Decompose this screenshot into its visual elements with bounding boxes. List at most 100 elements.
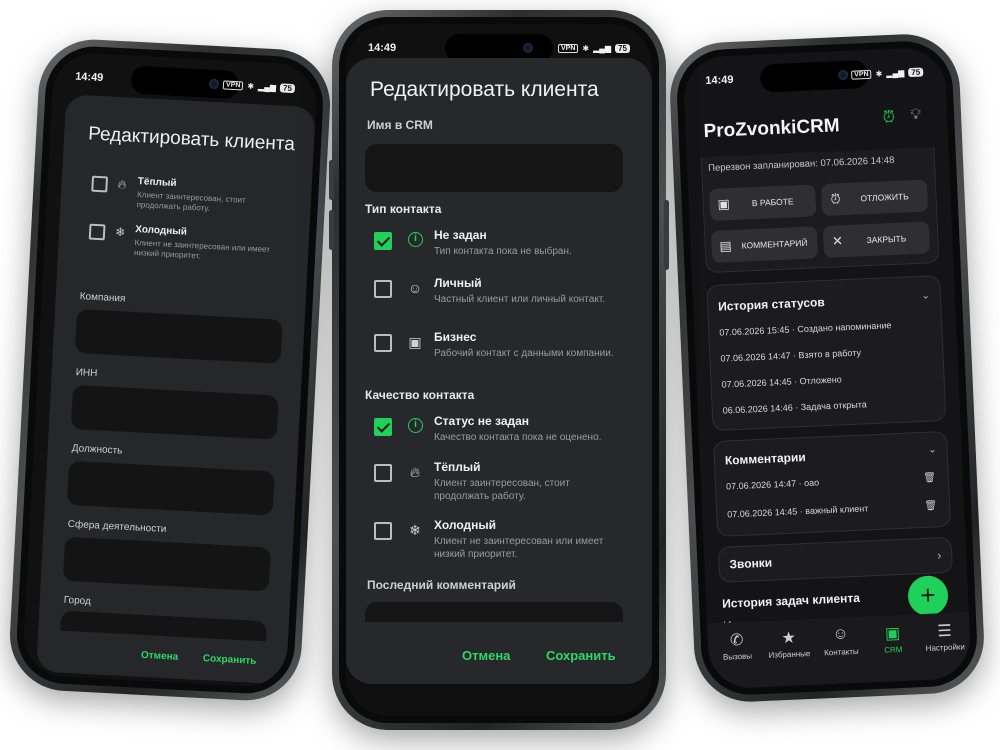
option-desc: Частный клиент или личный контакт. [434, 294, 606, 305]
company-input[interactable] [74, 309, 283, 364]
comments-card: Комментарии ⌄ 07.06.2026 14:47 · оао 🗑︎ … [713, 430, 952, 537]
industry-label: Сфера деятельности [67, 518, 167, 536]
bluetooth-icon: ✱ [582, 43, 590, 53]
phone-right: 14:49 VPN ✱ ▂▄▆ 75 ProZvonkiCRM ⏰︎ 💡︎ Пе… [667, 31, 987, 705]
status-time: 14:49 [368, 42, 397, 54]
nav-label: Настройки [925, 642, 966, 653]
signal-icon: ▂▄▆ [593, 43, 612, 53]
nav-label: Контакты [823, 646, 859, 658]
option-warm[interactable]: 🔥︎ Тёплый Клиент заинтересован, стоит пр… [90, 174, 292, 224]
status-time: 14:49 [705, 73, 734, 88]
save-button[interactable]: Сохранить [203, 653, 257, 667]
snowflake-icon: ❄ [114, 224, 126, 240]
inn-input[interactable] [70, 384, 279, 440]
contact-type-label: Тип контакта [365, 202, 442, 216]
showcase-stage: 14:49 VPN ✱ ▂▄▆ 75 Редактировать клиента… [0, 0, 1000, 750]
inn-label: ИНН [75, 367, 98, 380]
comment-icon: ▤ [719, 238, 733, 254]
in-work-label: В РАБОТЕ [751, 196, 794, 209]
nav-contacts[interactable]: ☺ Контакты [813, 624, 868, 657]
nav-settings[interactable]: ☰ Настройки [917, 620, 971, 653]
edit-client-dialog: Редактировать клиента Имя в CRM Тип конт… [346, 58, 652, 684]
nav-label: Избранные [768, 649, 811, 660]
battery-icon: 75 [615, 43, 630, 53]
app-title: ProZvonkiCRM [703, 115, 841, 143]
chevron-down-icon[interactable]: ⌄ [921, 290, 930, 301]
city-label: Город [63, 594, 92, 608]
type-business-checkbox[interactable] [374, 334, 392, 352]
quality-unset-checkbox[interactable] [374, 418, 392, 436]
postpone-label: ОТЛОЖИТЬ [860, 191, 909, 204]
history-row: 07.06.2026 14:45 · Отложено [721, 374, 842, 390]
option-type-unset[interactable]: i Не задан Тип контакта пока не выбран. [370, 228, 650, 276]
position-label: Должность [71, 442, 123, 457]
trash-icon[interactable]: 🗑︎ [924, 500, 937, 512]
snowflake-icon: ❄ [409, 522, 421, 538]
sliders-icon: ☰ [937, 622, 953, 641]
option-desc: Клиент не заинтересован или имеет низкий… [133, 237, 271, 261]
lightbulb-icon[interactable]: 💡︎ [910, 106, 921, 123]
bluetooth-icon: ✱ [247, 81, 255, 91]
industry-input[interactable] [62, 536, 271, 592]
chevron-down-icon[interactable]: ⌄ [928, 444, 937, 455]
add-button[interactable]: + [907, 574, 949, 617]
quality-warm-checkbox[interactable] [374, 464, 392, 482]
calls-card[interactable]: Звонки › [717, 536, 954, 583]
cancel-button[interactable]: Отмена [462, 648, 510, 663]
close-task-button[interactable]: ✕ ЗАКРЫТЬ [822, 221, 931, 259]
warm-checkbox[interactable] [91, 175, 109, 193]
alarm-icon[interactable]: ⏰︎ [882, 109, 895, 128]
option-title: Личный [434, 276, 482, 290]
battery-icon: 75 [908, 67, 924, 77]
comments-title: Комментарии [724, 450, 806, 468]
comment-label: КОММЕНТАРИЙ [741, 237, 808, 251]
quality-label: Качество контакта [365, 388, 475, 402]
chevron-right-icon: › [936, 548, 942, 563]
option-title: Холодный [135, 223, 188, 238]
nav-favorites[interactable]: ★ Избранные [761, 627, 816, 660]
dialog-title: Редактировать клиента [370, 78, 599, 101]
info-icon: i [408, 232, 423, 247]
history-row: 07.06.2026 14:47 · Взято в работу [720, 347, 862, 364]
cancel-button[interactable]: Отмена [141, 650, 179, 663]
city-input[interactable] [60, 610, 267, 642]
close-label: ЗАКРЫТЬ [866, 233, 907, 246]
quality-cold-checkbox[interactable] [374, 522, 392, 540]
option-cold[interactable]: ❄ Холодный Клиент не заинтересован или и… [88, 222, 290, 272]
option-type-personal[interactable]: ☺ Личный Частный клиент или личный конта… [370, 276, 650, 324]
option-quality-warm[interactable]: 🔥︎ Тёплый Клиент заинтересован, стоит пр… [370, 460, 650, 508]
comment-button[interactable]: ▤ КОММЕНТАРИЙ [710, 226, 819, 263]
option-title: Тёплый [137, 176, 177, 190]
comment-row: 07.06.2026 14:47 · оао [725, 477, 820, 492]
edit-client-dialog-left: Редактировать клиента 🔥︎ Тёплый Клиент з… [36, 94, 316, 685]
alarm-icon: ⏰︎ [830, 191, 842, 207]
option-desc: Рабочий контакт с данными компании. [434, 348, 614, 359]
trash-icon[interactable]: 🗑︎ [923, 472, 936, 484]
cold-checkbox[interactable] [88, 223, 106, 241]
in-work-button[interactable]: ▣ В РАБОТЕ [709, 184, 817, 221]
type-personal-checkbox[interactable] [374, 280, 392, 298]
option-quality-cold[interactable]: ❄ Холодный Клиент не заинтересован или и… [370, 518, 650, 566]
scheduled-text: Перезвон запланирован: 07.06.2026 14:48 [707, 154, 895, 174]
nav-crm[interactable]: ▣ CRM [865, 622, 920, 655]
phone-left: 14:49 VPN ✱ ▂▄▆ 75 Редактировать клиента… [7, 36, 333, 704]
option-desc: Качество контакта пока не оценено. [434, 432, 602, 443]
option-type-business[interactable]: ▣ Бизнес Рабочий контакт с данными компа… [370, 330, 650, 378]
status-history-card: История статусов ⌄ 07.06.2026 15:45 · Со… [706, 274, 947, 432]
type-unset-checkbox[interactable] [374, 232, 392, 250]
signal-icon: ▂▄▆ [257, 81, 277, 92]
crm-name-input[interactable] [365, 144, 623, 192]
postpone-button[interactable]: ⏰︎ ОТЛОЖИТЬ [820, 179, 929, 217]
nav-label: Вызовы [722, 651, 753, 662]
last-comment-input[interactable] [365, 602, 623, 622]
position-input[interactable] [66, 460, 275, 516]
star-icon: ★ [781, 629, 797, 648]
status-time: 14:49 [74, 70, 104, 85]
option-quality-unset[interactable]: i Статус не задан Качество контакта пока… [370, 414, 650, 462]
history-row: 07.06.2026 15:45 · Создано напоминание [719, 320, 892, 338]
task-card: Перезвон запланирован: 07.06.2026 14:48 … [700, 147, 940, 274]
option-desc: Тип контакта пока не выбран. [434, 246, 572, 257]
save-button[interactable]: Сохранить [546, 648, 616, 663]
nav-calls[interactable]: ✆ Вызовы [709, 629, 764, 662]
option-title: Холодный [434, 518, 497, 532]
